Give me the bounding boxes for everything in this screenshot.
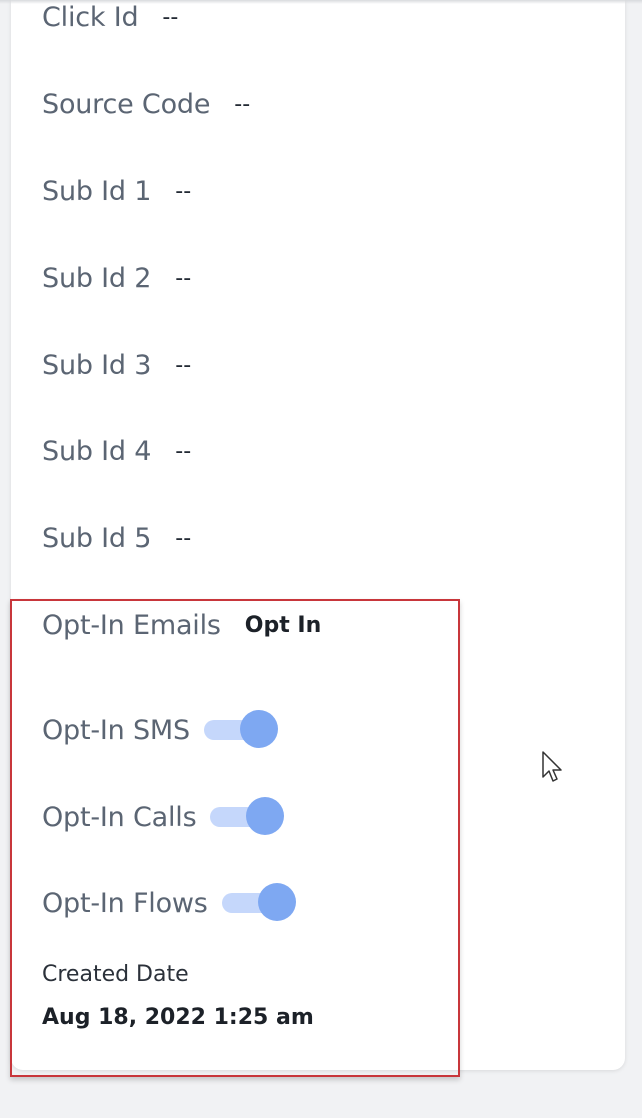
field-row-source-code: Source Code -- bbox=[42, 89, 250, 120]
field-value: -- bbox=[175, 353, 192, 378]
opt-in-flows-toggle[interactable] bbox=[221, 883, 296, 923]
field-label: Sub Id 1 bbox=[42, 176, 152, 207]
field-row-sub-id-2: Sub Id 2 -- bbox=[42, 263, 191, 294]
field-label: Sub Id 5 bbox=[42, 523, 152, 554]
opt-in-emails-row: Opt-In Emails Opt In bbox=[42, 610, 321, 641]
opt-in-sms-label: Opt-In SMS bbox=[42, 714, 190, 746]
field-label: Source Code bbox=[42, 89, 211, 120]
field-row-click-id: Click Id -- bbox=[42, 2, 178, 33]
opt-in-emails-value: Opt In bbox=[244, 613, 322, 638]
toggle-knob bbox=[257, 883, 296, 921]
created-date-label: Created Date bbox=[42, 962, 189, 987]
field-value: -- bbox=[175, 439, 192, 464]
opt-in-sms-row: Opt-In SMS bbox=[42, 710, 278, 750]
field-row-sub-id-1: Sub Id 1 -- bbox=[42, 176, 191, 207]
toggle-knob bbox=[246, 797, 285, 835]
toggle-knob bbox=[239, 710, 278, 748]
opt-in-calls-toggle[interactable] bbox=[210, 797, 285, 837]
opt-in-flows-label: Opt-In Flows bbox=[42, 887, 208, 919]
mouse-pointer-icon bbox=[542, 751, 562, 782]
field-label: Sub Id 3 bbox=[42, 350, 152, 381]
field-value: -- bbox=[175, 179, 192, 204]
field-value: -- bbox=[175, 266, 192, 291]
field-row-sub-id-5: Sub Id 5 -- bbox=[42, 523, 191, 554]
field-value: -- bbox=[162, 5, 179, 30]
field-row-sub-id-3: Sub Id 3 -- bbox=[42, 350, 191, 381]
field-row-sub-id-4: Sub Id 4 -- bbox=[42, 436, 191, 467]
field-label: Sub Id 4 bbox=[42, 436, 152, 467]
opt-in-emails-label: Opt-In Emails bbox=[42, 610, 221, 641]
field-label: Sub Id 2 bbox=[42, 263, 152, 294]
opt-in-flows-row: Opt-In Flows bbox=[42, 883, 296, 923]
created-date-value: Aug 18, 2022 1:25 am bbox=[42, 1005, 314, 1030]
field-value: -- bbox=[234, 92, 251, 117]
opt-in-calls-row: Opt-In Calls bbox=[42, 797, 285, 837]
page: Click Id -- Source Code -- Sub Id 1 -- S… bbox=[0, 0, 642, 1118]
opt-in-calls-label: Opt-In Calls bbox=[42, 801, 197, 833]
opt-in-sms-toggle[interactable] bbox=[203, 710, 278, 750]
field-label: Click Id bbox=[42, 2, 139, 33]
field-value: -- bbox=[175, 526, 192, 551]
